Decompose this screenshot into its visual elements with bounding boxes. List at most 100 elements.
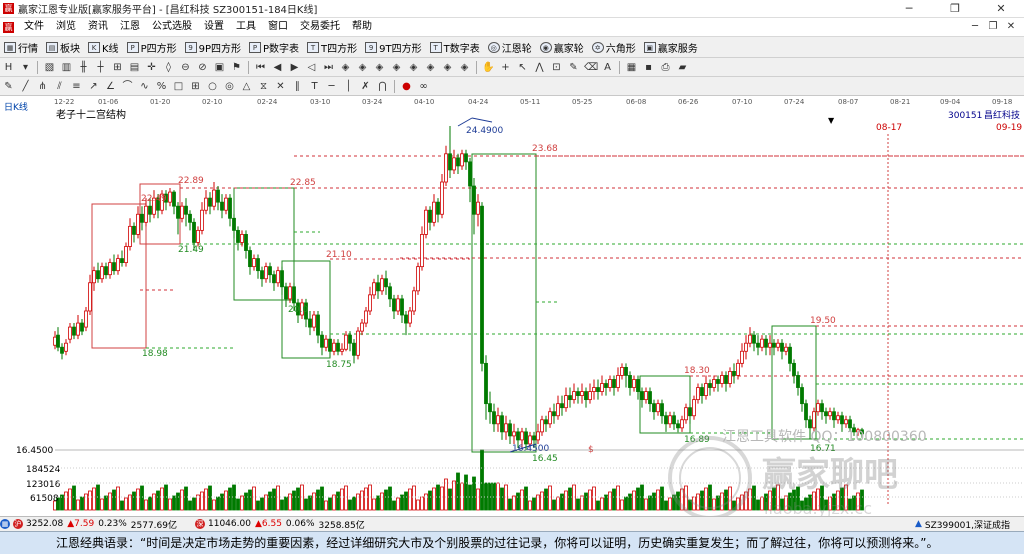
plus-icon[interactable]: + — [499, 61, 512, 74]
lock-icon[interactable]: ⊞ — [111, 61, 124, 74]
time-icon[interactable]: ⧖ — [257, 80, 270, 93]
shape-8-icon[interactable]: ◈ — [458, 61, 471, 74]
menu-browse[interactable]: 浏览 — [50, 18, 82, 36]
first-icon[interactable]: ⏮ — [254, 61, 267, 74]
magnet-icon[interactable]: ⋂ — [376, 80, 389, 93]
eraser-icon[interactable]: ⌫ — [584, 61, 598, 74]
print-icon[interactable]: ⎙ — [659, 61, 672, 74]
chart-type-icon[interactable]: ▧ — [43, 61, 56, 74]
status-right[interactable]: ▲ SZ399001,深证成指 — [915, 518, 1010, 531]
toolbar-quotes[interactable]: ▦ 行情 — [4, 40, 38, 55]
line-icon[interactable]: ╱ — [19, 80, 32, 93]
shape-2-icon[interactable]: ◈ — [356, 61, 369, 74]
ray-icon[interactable]: ↗ — [87, 80, 100, 93]
mdi-close-button[interactable]: ✕ — [1002, 18, 1020, 36]
dropdown-marker-icon[interactable]: ▼ — [828, 116, 835, 125]
kline-chart[interactable]: 12-22 01-06 01-20 02-10 02-24 03-10 03-24 04-10… — [0, 96, 1024, 516]
toolbar-t-table[interactable]: T T数字表 — [429, 40, 480, 55]
shape-7-icon[interactable]: ◈ — [441, 61, 454, 74]
menu-news[interactable]: 资讯 — [82, 18, 114, 36]
toolbar-kline[interactable]: K K线 — [88, 40, 119, 55]
vline-icon[interactable]: │ — [342, 80, 355, 93]
app-menu-icon[interactable]: 赢 — [3, 21, 14, 33]
arrow-icon[interactable]: ↖ — [516, 61, 529, 74]
chart-area[interactable]: 12-22 01-06 01-20 02-10 02-24 03-10 03-24 04-10… — [0, 96, 1024, 516]
pen-icon[interactable]: ✎ — [2, 80, 15, 93]
menu-settings[interactable]: 设置 — [198, 18, 230, 36]
diamond-icon[interactable]: ◊ — [162, 61, 175, 74]
next-icon[interactable]: ▶ — [288, 61, 301, 74]
zigzag-icon[interactable]: ⋀ — [533, 61, 546, 74]
toolbar-9t-square[interactable]: 9 9T四方形 — [365, 40, 422, 55]
infinity-icon[interactable]: ∞ — [417, 80, 430, 93]
close-button[interactable]: ✕ — [978, 0, 1024, 17]
select-tool-icon[interactable]: H — [2, 61, 15, 74]
text-icon[interactable]: A — [601, 61, 614, 74]
back-icon[interactable]: ◁ — [305, 61, 318, 74]
grid-icon[interactable]: ▥ — [60, 61, 73, 74]
status-index-2[interactable]: 深 11046.00 ▲6.55 0.06% 3258.85亿 — [195, 518, 365, 531]
prev-icon[interactable]: ◀ — [271, 61, 284, 74]
menu-tools[interactable]: 工具 — [230, 18, 262, 36]
crosshair-icon[interactable]: ✛ — [145, 61, 158, 74]
color-icon[interactable]: ● — [400, 80, 413, 93]
toolbar-p-table[interactable]: P P数字表 — [249, 40, 299, 55]
toolbar-winner-service[interactable]: ▣ 赢家服务 — [643, 40, 698, 55]
ellipse-icon[interactable]: ⊖ — [179, 61, 192, 74]
bookmark-icon[interactable]: ⊡ — [550, 61, 563, 74]
hline-icon[interactable]: ─ — [325, 80, 338, 93]
wave-icon[interactable]: ∿ — [138, 80, 151, 93]
grid2-icon[interactable]: ⊞ — [189, 80, 202, 93]
shape-6-icon[interactable]: ◈ — [424, 61, 437, 74]
angle-icon[interactable]: ∠ — [104, 80, 117, 93]
save-icon[interactable]: ▪ — [642, 61, 655, 74]
parallel-icon[interactable]: ∥ — [291, 80, 304, 93]
mdi-restore-button[interactable]: ❐ — [984, 18, 1002, 36]
car-icon[interactable]: ▰ — [676, 61, 689, 74]
candle-icon[interactable]: ╫ — [77, 61, 90, 74]
maximize-button[interactable]: ❐ — [932, 0, 978, 17]
shape-1-icon[interactable]: ◈ — [339, 61, 352, 74]
menu-formula[interactable]: 公式选股 — [146, 18, 198, 36]
last-icon[interactable]: ⏭ — [322, 61, 335, 74]
toolbar-t-square[interactable]: T T四方形 — [307, 40, 357, 55]
shape-5-icon[interactable]: ◈ — [407, 61, 420, 74]
menu-trade[interactable]: 交易委托 — [294, 18, 346, 36]
square-icon[interactable]: □ — [172, 80, 185, 93]
cross-icon[interactable]: ✕ — [274, 80, 287, 93]
fib-icon[interactable]: ≡ — [70, 80, 83, 93]
shape-4-icon[interactable]: ◈ — [390, 61, 403, 74]
minimize-button[interactable]: ─ — [886, 0, 932, 17]
circle-icon[interactable]: ○ — [206, 80, 219, 93]
delete-icon[interactable]: ✗ — [359, 80, 372, 93]
box-icon[interactable]: ▣ — [213, 61, 226, 74]
copy-icon[interactable]: ▤ — [128, 61, 141, 74]
note-icon[interactable]: ✎ — [567, 61, 580, 74]
menu-gann[interactable]: 江恩 — [114, 18, 146, 36]
menu-help[interactable]: 帮助 — [346, 18, 378, 36]
text2-icon[interactable]: T — [308, 80, 321, 93]
toolbar-gann-wheel[interactable]: ◎ 江恩轮 — [487, 40, 532, 55]
spiral-icon[interactable]: ◎ — [223, 80, 236, 93]
shape-3-icon[interactable]: ◈ — [373, 61, 386, 74]
channel-icon[interactable]: ⫽ — [53, 80, 66, 93]
percent-icon[interactable]: % — [155, 80, 168, 93]
toolbar-winner-wheel[interactable]: ◉ 赢家轮 — [539, 40, 584, 55]
arc-icon[interactable]: ⌒ — [121, 80, 134, 93]
menu-file[interactable]: 文件 — [18, 18, 50, 36]
menu-window[interactable]: 窗口 — [262, 18, 294, 36]
cycle-icon[interactable]: ⊘ — [196, 61, 209, 74]
toolbar-9p-square[interactable]: 9 9P四方形 — [184, 40, 241, 55]
bar-icon[interactable]: ┼ — [94, 61, 107, 74]
status-index-1[interactable]: ▦ 沪 3252.08 ▲7.59 0.23% 2577.69亿 — [0, 518, 177, 531]
hand-icon[interactable]: ✋ — [482, 61, 495, 74]
mdi-minimize-button[interactable]: ─ — [966, 18, 984, 36]
toolbar-p-square[interactable]: P P四方形 — [126, 40, 177, 55]
flag-icon[interactable]: ⚑ — [230, 61, 243, 74]
dropdown-arrow-icon[interactable]: ▾ — [19, 61, 32, 74]
toolbar-hexagon[interactable]: ✡ 六角形 — [591, 40, 636, 55]
fan-icon[interactable]: ⋔ — [36, 80, 49, 93]
toolbar-sectors[interactable]: ▤ 板块 — [46, 40, 80, 55]
table-icon[interactable]: ▦ — [625, 61, 638, 74]
triangle-icon[interactable]: △ — [240, 80, 253, 93]
